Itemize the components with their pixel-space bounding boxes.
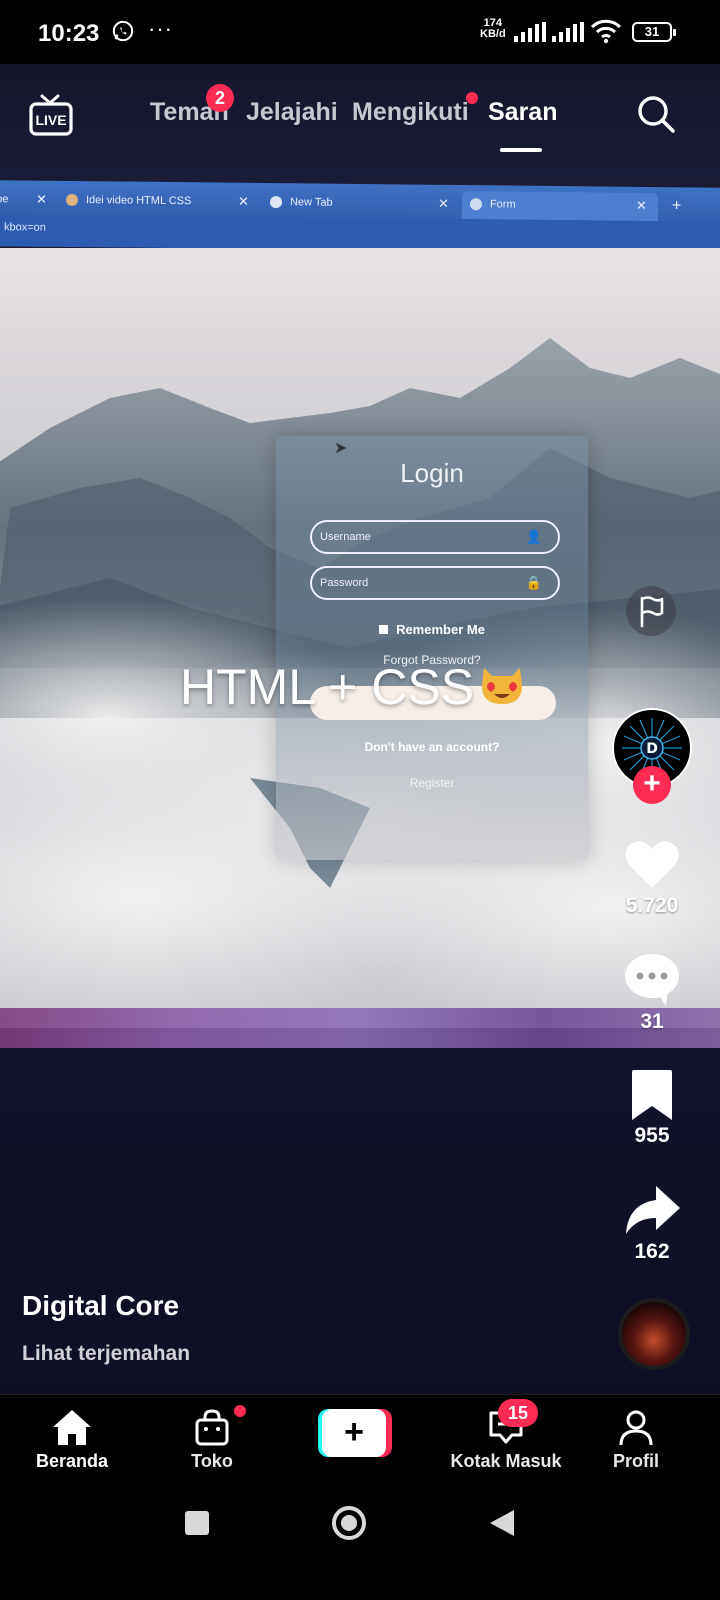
- tab-jelajahi[interactable]: Jelajahi: [246, 98, 338, 127]
- user-icon: 👤: [525, 529, 542, 544]
- tab-mengikuti[interactable]: Mengikuti: [352, 98, 469, 127]
- home-circle-icon[interactable]: [330, 1504, 368, 1542]
- comment-icon[interactable]: [622, 952, 682, 1008]
- profile-icon: [619, 1410, 653, 1446]
- back-triangle-icon[interactable]: [488, 1508, 516, 1538]
- recents-square-icon[interactable]: [184, 1510, 210, 1536]
- top-header: LIVE Teman 2 Jelajahi Mengikuti Saran: [0, 64, 720, 174]
- signal-icon: [514, 22, 546, 42]
- lock-icon: 🔒: [525, 575, 542, 590]
- no-account-text: Don't have an account?: [364, 740, 500, 754]
- mouse-cursor-icon: ➤: [334, 440, 348, 457]
- share-count: 162: [634, 1240, 670, 1263]
- shopping-bag-icon: [195, 1409, 229, 1446]
- like-count: 5.720: [625, 894, 679, 917]
- report-button[interactable]: [626, 586, 676, 636]
- login-password-field: Password 🔒: [310, 566, 560, 600]
- home-icon: [53, 1410, 91, 1445]
- network-speed: 174 KB/d: [480, 18, 506, 40]
- browser-tab-label: Form: [489, 198, 516, 211]
- username-placeholder: Username: [320, 531, 371, 543]
- close-icon: ✕: [237, 193, 249, 209]
- see-translation-link[interactable]: Lihat terjemahan: [22, 1342, 190, 1366]
- close-icon: ✕: [635, 197, 647, 214]
- inbox-badge: 15: [498, 1399, 538, 1427]
- comment-count: 31: [640, 1010, 664, 1033]
- overflow-dots: ···: [148, 16, 173, 41]
- save-count: 955: [634, 1124, 670, 1147]
- live-button[interactable]: LIVE: [28, 92, 74, 138]
- remember-me-checkbox: Remember Me: [276, 622, 588, 637]
- login-username-field: Username 👤: [310, 520, 560, 554]
- author-name[interactable]: Digital Core: [22, 1290, 179, 1322]
- video-browser-tab: ube ✕: [0, 186, 50, 215]
- video-login-card: Login Username 👤 Password 🔒 Remember Me …: [276, 436, 588, 860]
- register-link: Register: [409, 776, 455, 790]
- flag-icon: [640, 596, 664, 628]
- share-icon[interactable]: [622, 1182, 682, 1238]
- nav-inbox-label: Kotak Masuk: [450, 1451, 562, 1471]
- nav-shop[interactable]: Toko: [142, 1395, 282, 1491]
- close-icon: ✕: [35, 191, 47, 207]
- video-browser-tab: New Tab ✕: [269, 189, 460, 219]
- favicon-icon: [65, 194, 79, 207]
- search-icon[interactable]: [636, 94, 676, 134]
- teman-badge: 2: [206, 84, 234, 112]
- heart-icon[interactable]: [622, 836, 682, 892]
- video-overlay-caption: HTML + CSS: [180, 659, 475, 715]
- chrome-icon: [269, 196, 283, 209]
- video-browser-tab: Idei video HTML CSS ✕: [65, 187, 256, 217]
- wifi-icon: [590, 19, 622, 44]
- bottom-navigation: Beranda Toko + 15 Kotak Masuk Profil: [0, 1394, 720, 1490]
- new-tab-icon: +: [671, 197, 682, 215]
- nav-profile-label: Profil: [612, 1451, 659, 1471]
- status-bar: 10:23 ··· 174 KB/d 31: [0, 0, 720, 64]
- browser-tab-label: Idei video HTML CSS: [85, 194, 192, 208]
- plus-icon: +: [322, 1409, 386, 1457]
- avatar-letter: D: [646, 741, 658, 757]
- password-placeholder: Password: [320, 577, 369, 589]
- system-navigation-bar: [0, 1490, 720, 1600]
- active-tab-underline: [500, 148, 542, 152]
- mengikuti-dot: [466, 92, 478, 104]
- close-icon: ✕: [437, 195, 449, 211]
- browser-tab-label: New Tab: [289, 196, 333, 209]
- login-title: Login: [400, 458, 464, 488]
- status-time: 10:23: [38, 20, 100, 47]
- create-button[interactable]: +: [318, 1409, 392, 1457]
- nav-home-label: Beranda: [35, 1451, 109, 1471]
- shop-dot: [234, 1405, 246, 1417]
- live-label: LIVE: [35, 112, 67, 128]
- url-text: kbox=on: [3, 221, 47, 234]
- tab-saran[interactable]: Saran: [488, 98, 557, 127]
- globe-icon: [469, 198, 483, 211]
- heart-eyes-cat-emoji-icon: [482, 668, 522, 704]
- nav-profile[interactable]: Profil: [566, 1395, 706, 1491]
- nav-home[interactable]: Beranda: [2, 1395, 142, 1491]
- net-speed-unit: KB/d: [480, 28, 506, 40]
- whatsapp-icon: [112, 20, 134, 42]
- nav-shop-label: Toko: [191, 1451, 233, 1471]
- battery-indicator: 31: [632, 22, 676, 42]
- nav-inbox[interactable]: 15 Kotak Masuk: [426, 1395, 586, 1491]
- signal-icon-2: [552, 22, 584, 42]
- follow-button[interactable]: +: [633, 766, 671, 804]
- music-disc[interactable]: [618, 1298, 690, 1370]
- browser-tab-label: ube: [0, 193, 9, 206]
- video-browser-tab-active: Form ✕: [461, 191, 659, 222]
- bookmark-icon[interactable]: [622, 1068, 682, 1124]
